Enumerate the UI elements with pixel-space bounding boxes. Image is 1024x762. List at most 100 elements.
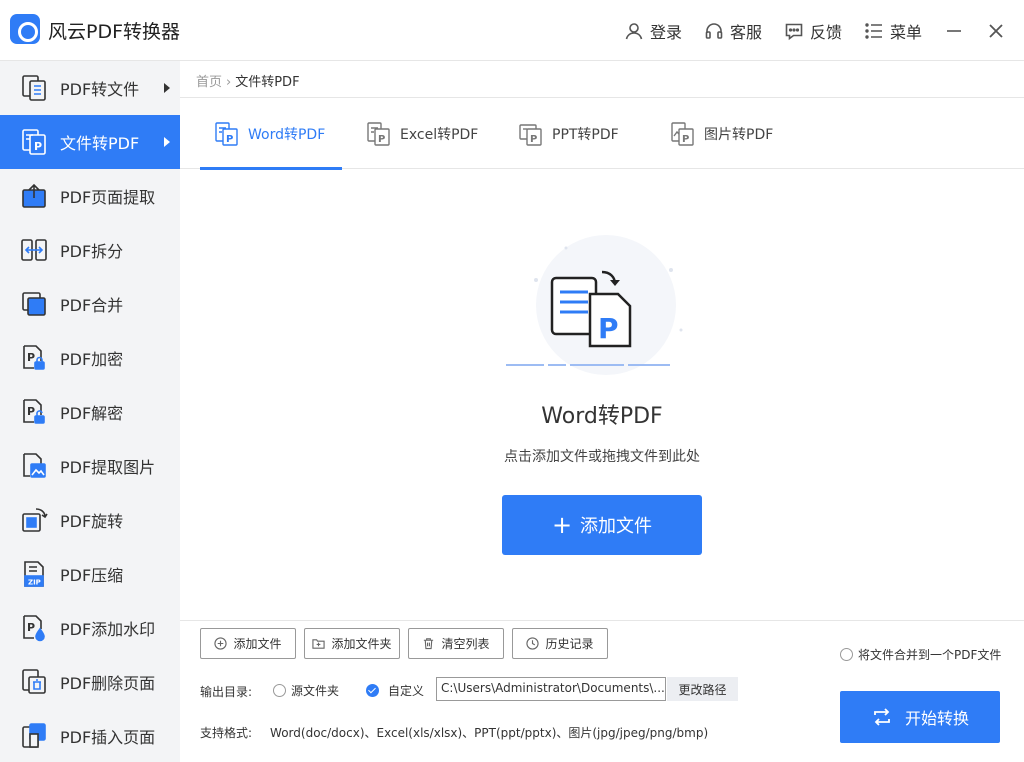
history-label: 历史记录	[545, 637, 594, 651]
watermark-icon: P	[23, 615, 45, 642]
feedback-label: 反馈	[809, 22, 842, 42]
sidebar-item-rotate[interactable]: PDF旋转	[0, 493, 180, 547]
clear-list-label: 清空列表	[441, 637, 490, 651]
merge-files-option[interactable]: 将文件合并到一个PDF文件	[840, 646, 1001, 663]
title-bar: 风云PDF转换器 登录 客服 反馈 菜单	[0, 0, 1024, 61]
split-icon	[21, 239, 47, 261]
list-icon	[865, 22, 882, 39]
image-file-icon	[23, 453, 46, 478]
custom-radio[interactable]	[366, 684, 379, 697]
add-file-button[interactable]: 添加文件	[200, 628, 296, 659]
word-to-pdf-illustration-icon: P	[506, 235, 683, 375]
sidebar-item-decrypt[interactable]: P PDF解密	[0, 385, 180, 439]
sidebar-item-label: PDF压缩	[60, 566, 124, 585]
breadcrumb-home[interactable]: 首页	[196, 75, 222, 90]
sidebar-item-label: PDF插入页面	[60, 728, 156, 747]
chevron-right-icon	[164, 137, 170, 147]
login-label: 登录	[649, 22, 682, 42]
plus-circle-icon	[214, 637, 228, 650]
svg-text:P: P	[226, 134, 233, 145]
delete-page-icon	[22, 669, 46, 694]
user-icon	[625, 22, 643, 39]
sidebar-item-label: PDF提取图片	[60, 458, 156, 477]
sidebar-item-label: PDF转文件	[60, 80, 140, 99]
tab-ppt-to-pdf[interactable]: P PPT转PDF	[518, 98, 619, 169]
sidebar-item-label: 文件转PDF	[60, 134, 140, 153]
sidebar-item-delete-page[interactable]: PDF删除页面	[0, 655, 180, 709]
formats-label: 支持格式:	[200, 726, 253, 740]
output-custom-option[interactable]: 自定义	[366, 682, 424, 699]
clear-list-button[interactable]: 清空列表	[408, 628, 504, 659]
tab-image-to-pdf[interactable]: P 图片转PDF	[670, 98, 773, 169]
sidebar-item-extract-images[interactable]: PDF提取图片	[0, 439, 180, 493]
sidebar-item-page-extract[interactable]: PDF页面提取	[0, 169, 180, 223]
add-folder-button[interactable]: 添加文件夹	[304, 628, 400, 659]
supported-formats: 支持格式: Word(doc/docx)、Excel(xls/xlsx)、PPT(…	[200, 724, 708, 741]
add-folder-label: 添加文件夹	[331, 637, 392, 651]
menu-button[interactable]: 菜单	[864, 19, 922, 43]
sidebar-item-file-to-pdf[interactable]: P 文件转PDF	[0, 115, 180, 169]
custom-label: 自定义	[388, 684, 425, 698]
sidebar-item-split[interactable]: PDF拆分	[0, 223, 180, 277]
history-button[interactable]: 历史记录	[512, 628, 608, 659]
login-button[interactable]: 登录	[624, 19, 682, 43]
main-panel: 首页 › 文件转PDF P Word转PDF P Excel转PDF P PPT转P…	[180, 61, 1024, 762]
tab-label: 图片转PDF	[704, 126, 774, 143]
rotate-icon	[22, 508, 48, 532]
merge-radio[interactable]	[840, 648, 853, 661]
svg-text:P: P	[34, 140, 42, 153]
excel-doc-icon: P	[367, 121, 390, 146]
breadcrumb-separator: ›	[226, 75, 232, 90]
output-dir-label: 输出目录:	[200, 685, 253, 699]
source-folder-label: 源文件夹	[291, 684, 340, 698]
zip-icon: ZIP	[24, 561, 44, 587]
tab-word-to-pdf[interactable]: P Word转PDF	[200, 98, 342, 170]
service-label: 客服	[729, 22, 762, 42]
headset-icon	[705, 22, 723, 39]
merge-option-label: 将文件合并到一个PDF文件	[858, 648, 1002, 662]
sidebar-item-label: PDF合并	[60, 296, 124, 315]
sidebar-item-encrypt[interactable]: P PDF加密	[0, 331, 180, 385]
app-title: 风云PDF转换器	[48, 21, 181, 43]
sidebar-item-label: PDF删除页面	[60, 674, 156, 693]
sidebar-item-pdf-to-file[interactable]: PDF转文件	[0, 61, 180, 115]
sidebar-item-label: PDF拆分	[60, 242, 124, 261]
sidebar: PDF转文件 P 文件转PDF PDF页面提取 PDF拆分 PDF合并 P PD…	[0, 61, 180, 762]
breadcrumb: 首页 › 文件转PDF	[196, 71, 300, 90]
breadcrumb-current: 文件转PDF	[235, 75, 300, 90]
svg-text:P: P	[27, 621, 35, 634]
sidebar-item-watermark[interactable]: P PDF添加水印	[0, 601, 180, 655]
sidebar-item-merge[interactable]: PDF合并	[0, 277, 180, 331]
tab-bar: P Word转PDF P Excel转PDF P PPT转PDF P 图片转PD…	[180, 97, 1024, 170]
folder-plus-icon	[312, 639, 326, 649]
lock-file-icon: P	[23, 345, 45, 370]
sidebar-item-compress[interactable]: ZIP PDF压缩	[0, 547, 180, 601]
page-extract-icon	[22, 183, 46, 208]
convert-icon	[874, 708, 890, 726]
sidebar-item-label: PDF添加水印	[60, 620, 156, 639]
sidebar-item-label: PDF旋转	[60, 512, 124, 531]
plus-icon: +	[551, 511, 573, 539]
start-convert-button[interactable]: 开始转换	[840, 691, 1000, 743]
change-path-button[interactable]: 更改路径	[667, 677, 738, 701]
service-button[interactable]: 客服	[704, 19, 762, 43]
output-path-field[interactable]: C:\Users\Administrator\Documents\...	[436, 677, 666, 701]
close-icon[interactable]	[986, 21, 1006, 41]
drop-zone-title: Word转PDF	[541, 404, 663, 429]
sidebar-item-insert-page[interactable]: PDF插入页面	[0, 709, 180, 762]
svg-text:P: P	[378, 134, 385, 145]
add-file-main-button[interactable]: + 添加文件	[502, 495, 702, 555]
tab-label: Word转PDF	[248, 126, 326, 143]
feedback-button[interactable]: 反馈	[784, 19, 842, 43]
minimize-icon[interactable]	[944, 21, 964, 41]
tab-excel-to-pdf[interactable]: P Excel转PDF	[366, 98, 478, 169]
tab-label: Excel转PDF	[400, 126, 479, 143]
output-source-folder-option[interactable]: 源文件夹	[273, 682, 339, 699]
svg-text:ZIP: ZIP	[28, 579, 41, 587]
svg-text:P: P	[27, 405, 35, 418]
source-folder-radio[interactable]	[273, 684, 286, 697]
start-convert-label: 开始转换	[904, 709, 969, 728]
ppt-doc-icon: P	[519, 123, 542, 146]
svg-text:P: P	[682, 134, 689, 145]
file-drop-zone[interactable]: P Word转PDF 点击添加文件或拖拽文件到此处 + 添加文件	[180, 170, 1024, 620]
